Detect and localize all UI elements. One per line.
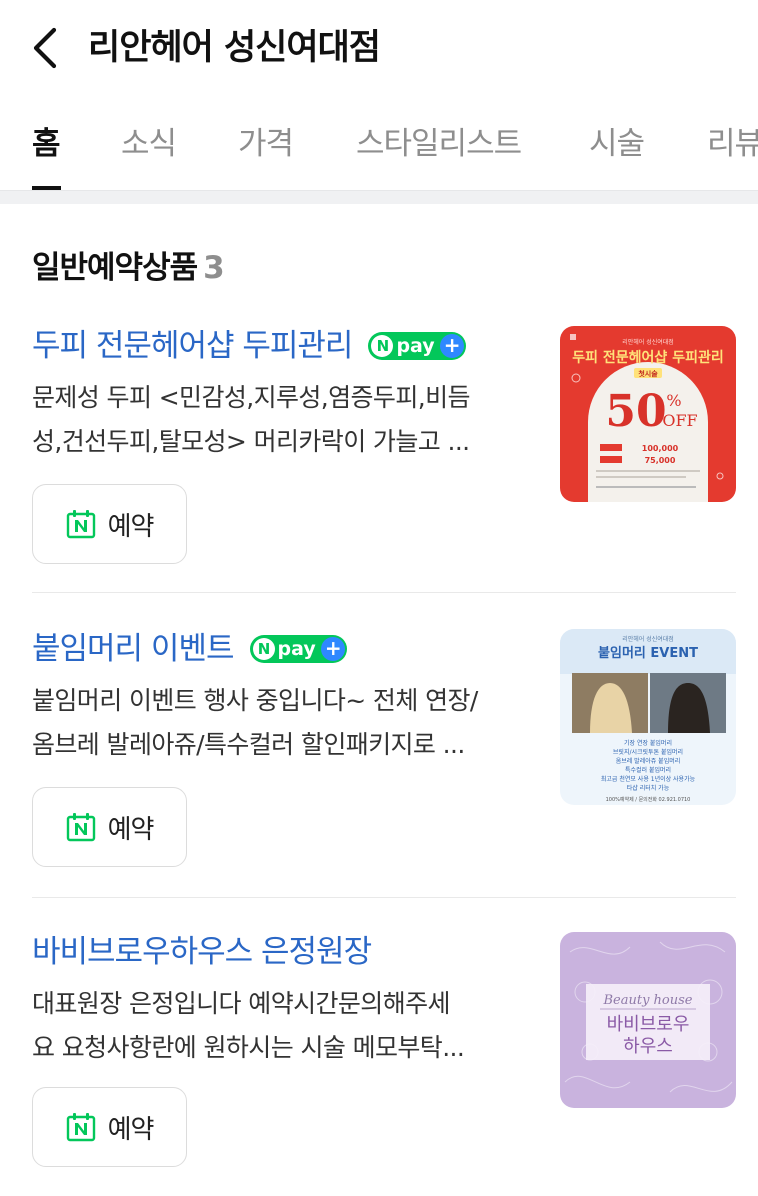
description-line: 대표원장 은정입니다 예약시간문의해주세	[32, 989, 451, 1018]
product-description[interactable]: 대표원장 은정입니다 예약시간문의해주세 요 요청사항란에 원하시는 시술 메모…	[32, 982, 528, 1070]
row-divider	[32, 592, 736, 593]
description-line: 붙임머리 이벤트 행사 중입니다~ 전체 연장/	[32, 686, 478, 715]
thumb-line2: 하우스	[623, 1036, 673, 1057]
thumb-line: 최고급 천연모 사용 1년이상 사용가능	[601, 775, 696, 783]
description-line: 성,건선두피,탈모성> 머리카락이 가늘고 ...	[32, 427, 470, 456]
reserve-label: 예약	[107, 814, 155, 845]
thumb-line: 기장 연장 붙임머리	[624, 739, 672, 747]
thumb-line1: 바비브로우	[607, 1014, 690, 1035]
product-name[interactable]: 두피 전문헤어샵 두피관리	[32, 324, 353, 368]
description-line: 옴브레 발레아쥬/특수컬러 할인패키지로 ...	[32, 730, 465, 759]
npay-label: pay	[396, 335, 435, 357]
section-title-text: 일반예약상품	[32, 250, 198, 286]
tab-review[interactable]: 리뷰	[707, 122, 758, 166]
page-title: 리안헤어 성신여대점	[88, 28, 381, 68]
reserve-label: 예약	[107, 1114, 155, 1145]
naver-calendar-icon	[66, 1113, 95, 1142]
section-title: 일반예약상품 3	[32, 246, 225, 290]
product-description[interactable]: 문제성 두피 <민감성,지루성,염증두피,비듬 성,건선두피,탈모성> 머리카락…	[32, 376, 528, 464]
tab-news[interactable]: 소식	[121, 122, 177, 166]
product-name[interactable]: 붙임머리 이벤트	[32, 627, 234, 671]
product-thumbnail[interactable]: 리안헤어 성신여대점 붙임머리 EVENT 기장 연장 붙임머리 브릿지/시크릿…	[560, 629, 736, 805]
thumb-off: OFF	[662, 411, 697, 430]
thumb-line: 타샵 리터치 가능	[627, 784, 670, 792]
npay-label: pay	[277, 638, 316, 660]
thumb-shop-name: 리안헤어 성신여대점	[622, 338, 674, 346]
section-count: 3	[203, 250, 225, 286]
tab-home[interactable]: 홈	[32, 122, 61, 166]
thumb-line: 특수컬러 붙임머리	[625, 766, 671, 774]
naver-calendar-icon	[66, 813, 95, 842]
tab-stylist[interactable]: 스타일리스트	[356, 122, 522, 166]
description-line: 요 요청사항란에 원하시는 시술 메모부탁...	[32, 1033, 465, 1062]
thumb-sub: 첫시술	[638, 369, 658, 378]
app-header: 리안헤어 성신여대점	[0, 0, 758, 98]
thumb-headline: 두피 전문헤어샵 두피관리	[572, 349, 723, 366]
tab-bar: 홈 소식 가격 스타일리스트 시술 리뷰	[0, 98, 758, 190]
plus-icon: +	[320, 637, 345, 661]
reserve-label: 예약	[107, 511, 155, 542]
reserve-button[interactable]: 예약	[32, 484, 187, 564]
npay-n-icon: N	[252, 638, 275, 660]
product-item: 두피 전문헤어샵 두피관리 N pay + 문제성 두피 <민감성,지루성,염증…	[0, 324, 758, 624]
product-name-row[interactable]: 두피 전문헤어샵 두피관리 N pay +	[32, 324, 466, 368]
product-item: 붙임머리 이벤트 N pay + 붙임머리 이벤트 행사 중입니다~ 전체 연장…	[0, 627, 758, 927]
thumb-line: 옴브레 발레아쥬 붙임머리	[616, 757, 681, 765]
thumb-script: Beauty house	[602, 993, 692, 1008]
back-arrow-icon[interactable]	[26, 22, 66, 74]
product-description[interactable]: 붙임머리 이벤트 행사 중입니다~ 전체 연장/ 옴브레 발레아쥬/특수컬러 할…	[32, 679, 528, 767]
product-name[interactable]: 바비브로우하우스 은정원장	[32, 930, 372, 974]
naver-calendar-icon	[66, 510, 95, 539]
product-name-row[interactable]: 붙임머리 이벤트 N pay +	[32, 627, 347, 671]
npay-n-icon: N	[371, 335, 394, 357]
plus-icon: +	[439, 334, 464, 358]
product-name-row[interactable]: 바비브로우하우스 은정원장	[32, 930, 372, 974]
reserve-button[interactable]: 예약	[32, 1087, 187, 1167]
thumb-footer: 100%예약제 / 문의전화 02.921.0710	[606, 796, 691, 803]
section-divider	[0, 190, 758, 204]
thumb-headline: 붙임머리 EVENT	[598, 645, 698, 661]
product-item: 바비브로우하우스 은정원장 대표원장 은정입니다 예약시간문의해주세 요 요청사…	[0, 930, 758, 1196]
reserve-button[interactable]: 예약	[32, 787, 187, 867]
description-line: 문제성 두피 <민감성,지루성,염증두피,비듬	[32, 383, 470, 412]
tab-treatment[interactable]: 시술	[589, 122, 645, 166]
thumb-price2: 75,000	[645, 456, 676, 465]
row-divider	[32, 897, 736, 898]
npay-plus-badge: N pay +	[368, 332, 466, 360]
tab-price[interactable]: 가격	[238, 122, 294, 166]
thumb-shop-name: 리안헤어 성신여대점	[622, 635, 674, 643]
thumb-line: 브릿지/시크릿투톤 붙임머리	[613, 748, 683, 756]
thumb-price1: 100,000	[642, 444, 679, 453]
npay-plus-badge: N pay +	[249, 635, 347, 663]
thumb-pct: %	[666, 391, 681, 410]
product-thumbnail[interactable]: Beauty house 바비브로우 하우스	[560, 932, 736, 1108]
thumb-discount: 50	[605, 386, 666, 437]
product-thumbnail[interactable]: 리안헤어 성신여대점 두피 전문헤어샵 두피관리 첫시술 50 % OFF 10…	[560, 326, 736, 502]
